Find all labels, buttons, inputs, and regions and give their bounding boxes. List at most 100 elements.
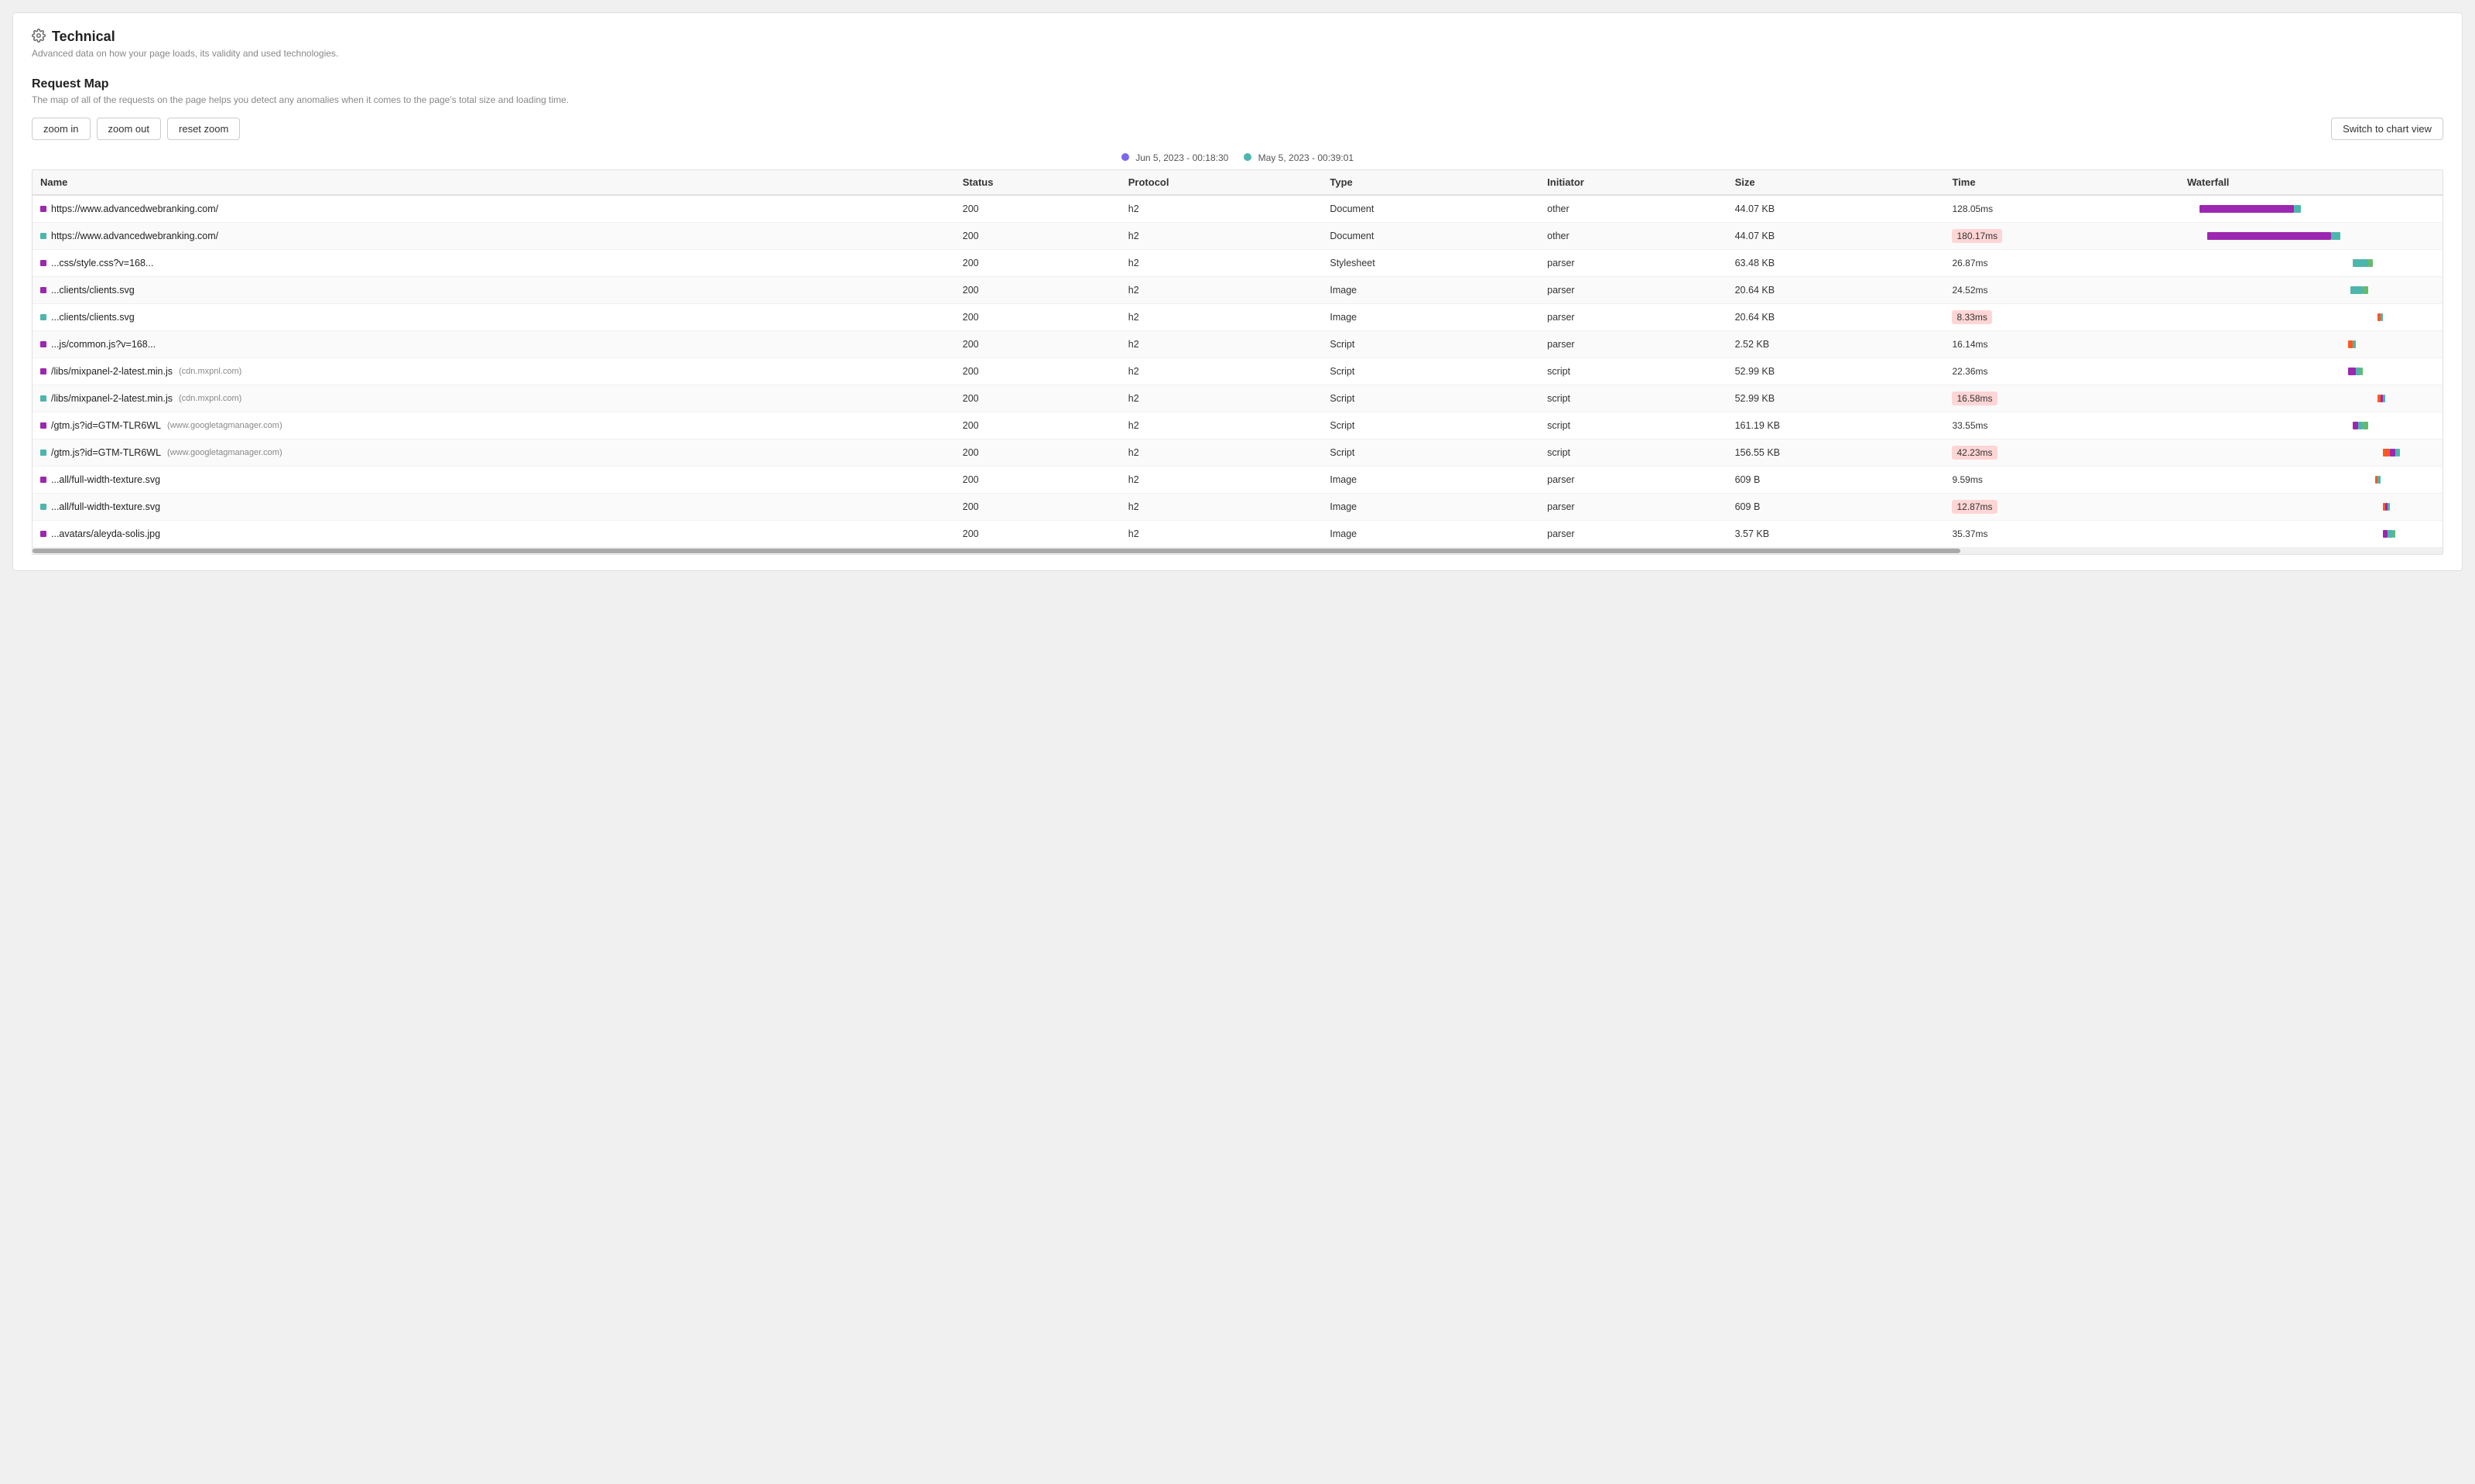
waterfall-bar <box>2395 449 2400 456</box>
cell-size: 156.55 KB <box>1727 439 1945 467</box>
row-name: /libs/mixpanel-2-latest.min.js <box>51 366 173 377</box>
table-row: ...avatars/aleyda-solis.jpg 200h2Imagepa… <box>33 521 2442 548</box>
cell-protocol: h2 <box>1121 304 1323 331</box>
waterfall-bar <box>2207 232 2331 240</box>
cell-waterfall <box>2179 385 2442 412</box>
waterfall-bar <box>2353 340 2355 348</box>
table-row: /gtm.js?id=GTM-TLR6WL (www.googletagmana… <box>33 412 2442 439</box>
row-name: /gtm.js?id=GTM-TLR6WL <box>51 420 161 431</box>
cell-protocol: h2 <box>1121 331 1323 358</box>
cell-type: Image <box>1322 277 1539 304</box>
legend-item-2: May 5, 2023 - 00:39:01 <box>1244 152 1354 163</box>
row-dot <box>40 531 46 537</box>
col-waterfall: Waterfall <box>2179 170 2442 195</box>
cell-time: 128.05ms <box>1944 195 2179 223</box>
table-row: ...js/common.js?v=168... 200h2Scriptpars… <box>33 331 2442 358</box>
zoom-in-button[interactable]: zoom in <box>32 118 91 140</box>
cell-initiator: script <box>1539 385 1727 412</box>
row-name: ...js/common.js?v=168... <box>51 339 156 350</box>
time-highlight: 180.17ms <box>1952 229 2002 243</box>
cell-type: Script <box>1322 412 1539 439</box>
legend-dot-1 <box>1121 153 1129 161</box>
col-initiator: Initiator <box>1539 170 1727 195</box>
waterfall-bar <box>2199 205 2294 213</box>
cell-time: 8.33ms <box>1944 304 2179 331</box>
cell-type: Image <box>1322 494 1539 521</box>
row-name: ...clients/clients.svg <box>51 312 135 323</box>
waterfall-bar <box>2331 232 2341 240</box>
row-sub: (www.googletagmanager.com) <box>167 421 282 430</box>
cell-initiator: parser <box>1539 331 1727 358</box>
table-row: /gtm.js?id=GTM-TLR6WL (www.googletagmana… <box>33 439 2442 467</box>
reset-zoom-button[interactable]: reset zoom <box>167 118 240 140</box>
scrollbar-thumb[interactable] <box>33 549 1960 553</box>
row-name: ...avatars/aleyda-solis.jpg <box>51 528 160 539</box>
row-sub: (cdn.mxpnl.com) <box>179 394 241 403</box>
col-name: Name <box>33 170 955 195</box>
row-dot <box>40 395 46 402</box>
time-value: 22.36ms <box>1952 366 1987 377</box>
waterfall-bar <box>2381 313 2383 321</box>
cell-status: 200 <box>955 385 1121 412</box>
cell-size: 20.64 KB <box>1727 304 1945 331</box>
cell-initiator: parser <box>1539 521 1727 548</box>
cell-time: 35.37ms <box>1944 521 2179 548</box>
cell-size: 52.99 KB <box>1727 385 1945 412</box>
cell-type: Document <box>1322 195 1539 223</box>
cell-type: Script <box>1322 331 1539 358</box>
cell-name: ...clients/clients.svg <box>33 277 955 304</box>
legend-label-1: Jun 5, 2023 - 00:18:30 <box>1135 152 1228 163</box>
cell-status: 200 <box>955 439 1121 467</box>
cell-status: 200 <box>955 467 1121 494</box>
time-value: 35.37ms <box>1952 528 1987 539</box>
col-time: Time <box>1944 170 2179 195</box>
cell-type: Image <box>1322 304 1539 331</box>
row-name: ...all/full-width-texture.svg <box>51 474 160 485</box>
waterfall-bar <box>2350 286 2363 294</box>
cell-status: 200 <box>955 358 1121 385</box>
cell-size: 44.07 KB <box>1727 195 1945 223</box>
row-name: https://www.advancedwebranking.com/ <box>51 231 218 241</box>
cell-time: 16.14ms <box>1944 331 2179 358</box>
toolbar-right: Switch to chart view <box>2331 118 2443 140</box>
cell-type: Script <box>1322 358 1539 385</box>
cell-type: Image <box>1322 467 1539 494</box>
row-sub: (cdn.mxpnl.com) <box>179 367 241 376</box>
row-dot <box>40 368 46 374</box>
cell-name: https://www.advancedwebranking.com/ <box>33 195 955 223</box>
cell-type: Document <box>1322 223 1539 250</box>
row-name: ...all/full-width-texture.svg <box>51 501 160 512</box>
row-dot <box>40 314 46 320</box>
waterfall-bar <box>2388 503 2390 511</box>
cell-initiator: script <box>1539 358 1727 385</box>
cell-status: 200 <box>955 331 1121 358</box>
switch-to-chart-view-button[interactable]: Switch to chart view <box>2331 118 2443 140</box>
legend-dot-2 <box>1244 153 1251 161</box>
table-body: https://www.advancedwebranking.com/ 200h… <box>33 195 2442 548</box>
time-value: 16.14ms <box>1952 339 1987 350</box>
cell-size: 63.48 KB <box>1727 250 1945 277</box>
cell-time: 22.36ms <box>1944 358 2179 385</box>
waterfall-bar <box>2368 259 2373 267</box>
cell-initiator: script <box>1539 439 1727 467</box>
cell-name: ...all/full-width-texture.svg <box>33 494 955 521</box>
waterfall-bar <box>2353 422 2357 429</box>
time-value: 33.55ms <box>1952 420 1987 431</box>
cell-initiator: parser <box>1539 250 1727 277</box>
horizontal-scrollbar[interactable] <box>33 548 2442 554</box>
col-size: Size <box>1727 170 1945 195</box>
time-value: 9.59ms <box>1952 474 1982 485</box>
cell-protocol: h2 <box>1121 521 1323 548</box>
waterfall-bar <box>2294 205 2302 213</box>
time-value: 128.05ms <box>1952 203 1993 214</box>
cell-size: 2.52 KB <box>1727 331 1945 358</box>
zoom-out-button[interactable]: zoom out <box>97 118 161 140</box>
legend-item-1: Jun 5, 2023 - 00:18:30 <box>1121 152 1228 163</box>
cell-initiator: script <box>1539 412 1727 439</box>
row-dot <box>40 341 46 347</box>
time-highlight: 8.33ms <box>1952 310 1991 324</box>
cell-waterfall <box>2179 304 2442 331</box>
waterfall-bar <box>2363 286 2367 294</box>
cell-protocol: h2 <box>1121 358 1323 385</box>
request-table: Name Status Protocol Type Initiator Size… <box>33 170 2442 548</box>
